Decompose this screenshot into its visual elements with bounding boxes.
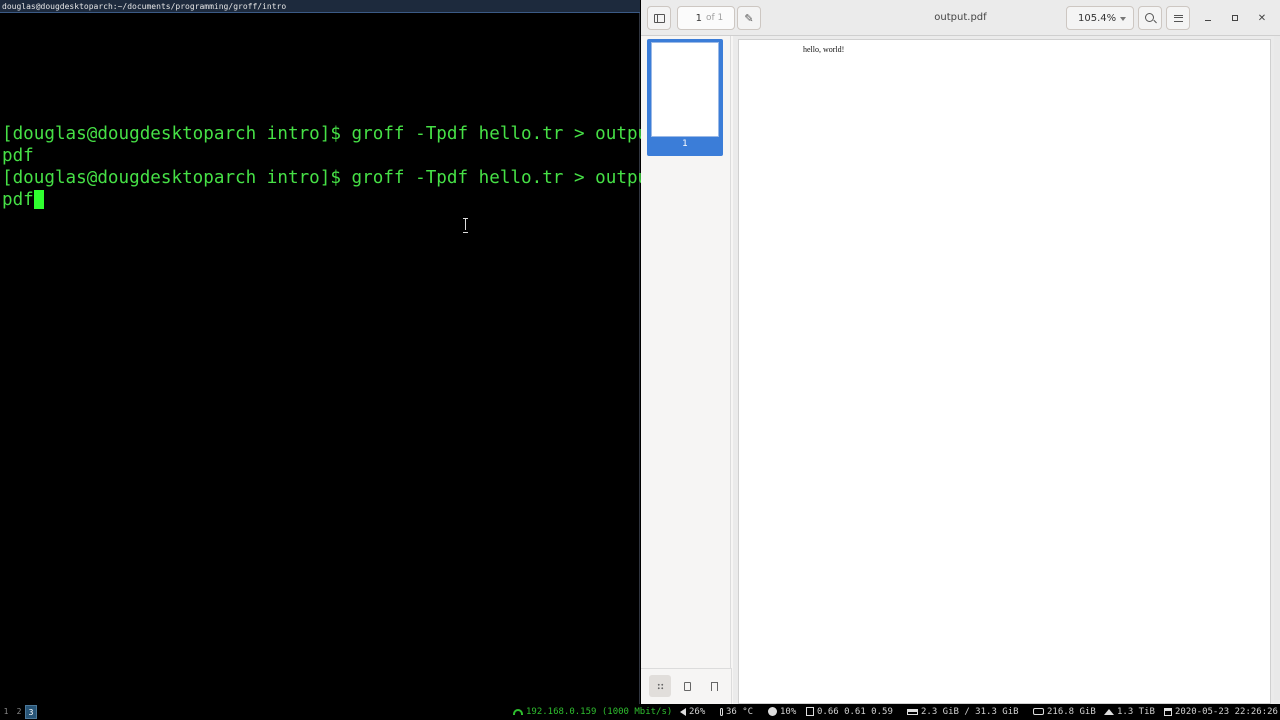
terminal-window[interactable]: douglas@dougdesktoparch:~/documents/prog…: [0, 0, 670, 704]
maximize-icon: [1232, 15, 1238, 21]
terminal-line: [douglas@dougdesktoparch intro]$ groff -…: [2, 124, 670, 144]
temperature-status: 36 °C: [720, 704, 753, 720]
ibeam-cursor-icon: [462, 218, 469, 233]
terminal-line: [douglas@dougdesktoparch intro]$ groff -…: [2, 168, 670, 188]
network-text: 192.168.0.159 (1000 Mbit/s): [526, 707, 673, 717]
text-cursor: [33, 190, 44, 209]
network-status: 192.168.0.159 (1000 Mbit/s): [513, 704, 672, 720]
temperature-text: 36 °C: [726, 707, 754, 717]
outline-tab[interactable]: [676, 675, 698, 697]
speaker-icon: [680, 707, 686, 716]
disk-root-status: 216.8 GiB: [1033, 704, 1096, 720]
cpu-status: 10%: [768, 704, 796, 720]
bookmark-icon: [710, 681, 718, 691]
disk-icon: [1033, 708, 1044, 715]
load-icon: [806, 707, 814, 716]
pencil-icon: ✎: [744, 11, 754, 25]
thermometer-icon: [720, 707, 723, 716]
disk-home-text: 1.3 TiB: [1117, 707, 1155, 717]
sidebar-mode-bar: [641, 668, 732, 704]
page-thumbnail[interactable]: 1: [647, 39, 723, 156]
disk-root-text: 216.8 GiB: [1047, 707, 1096, 717]
headerbar: 1 of 1 ✎ output.pdf 105.4% ✕: [641, 0, 1280, 36]
bookmarks-tab[interactable]: [703, 675, 725, 697]
cpu-text: 10%: [780, 707, 797, 717]
scrollbar[interactable]: [1274, 36, 1280, 704]
close-button[interactable]: ✕: [1253, 9, 1271, 27]
memory-icon: [907, 708, 918, 715]
thumbnail-image: [651, 42, 719, 137]
chevron-down-icon: [1120, 17, 1126, 21]
memory-status: 2.3 GiB / 31.3 GiB: [907, 704, 1019, 720]
workspace-2-button[interactable]: 2: [13, 705, 25, 719]
terminal-line-text: pdf: [2, 190, 34, 210]
page-text: hello, world!: [803, 45, 845, 54]
page-selector[interactable]: 1 of 1: [677, 6, 735, 30]
search-icon: [1145, 13, 1154, 22]
terminal-line: pdf: [2, 146, 34, 166]
home-icon: [1104, 708, 1114, 715]
thumbnails-tab[interactable]: [649, 675, 671, 697]
minimize-icon: [1205, 19, 1211, 21]
network-icon: [513, 708, 523, 715]
minimize-button[interactable]: [1199, 9, 1217, 27]
volume-text: 26%: [689, 707, 706, 717]
sidebar-toggle-button[interactable]: [647, 6, 671, 30]
document-view[interactable]: hello, world!: [733, 36, 1280, 704]
thumbnail-label: 1: [682, 139, 688, 149]
close-icon: ✕: [1257, 12, 1267, 24]
memory-text: 2.3 GiB / 31.3 GiB: [921, 707, 1019, 717]
terminal-output[interactable]: [douglas@dougdesktoparch intro]$ groff -…: [2, 123, 670, 211]
terminal-prompt-line[interactable]: pdf: [2, 189, 638, 211]
sidebar-icon: [653, 13, 665, 23]
page-count: of 1: [706, 13, 724, 23]
load-status: 0.66 0.61 0.59: [806, 704, 893, 720]
thumbnail-sidebar: 1: [641, 36, 731, 668]
status-bar: 1 2 3 192.168.0.159 (1000 Mbit/s) 26% 36…: [0, 704, 1280, 720]
pdf-page: hello, world!: [738, 39, 1271, 704]
load-text: 0.66 0.61 0.59: [817, 707, 893, 717]
grid-icon: [656, 682, 664, 690]
menu-button[interactable]: [1166, 6, 1190, 30]
hamburger-icon: [1173, 14, 1183, 22]
maximize-button[interactable]: [1226, 9, 1244, 27]
pdf-viewer-window: 1 of 1 ✎ output.pdf 105.4% ✕ 1 hello, wo…: [641, 0, 1280, 704]
workspace-3-button[interactable]: 3: [25, 705, 37, 719]
volume-status[interactable]: 26%: [680, 704, 705, 720]
page-number-input[interactable]: 1: [678, 13, 706, 24]
search-button[interactable]: [1138, 6, 1162, 30]
terminal-title: douglas@dougdesktoparch:~/documents/prog…: [0, 0, 640, 13]
clock: 2020-05-23 22:26:26: [1164, 704, 1278, 720]
cpu-icon: [768, 707, 777, 716]
disk-home-status: 1.3 TiB: [1104, 704, 1155, 720]
document-icon: [683, 681, 691, 691]
datetime-text: 2020-05-23 22:26:26: [1175, 707, 1278, 717]
calendar-icon: [1164, 707, 1172, 716]
zoom-level: 105.4%: [1078, 12, 1117, 24]
zoom-selector[interactable]: 105.4%: [1066, 6, 1134, 30]
workspace-1-button[interactable]: 1: [0, 705, 12, 719]
annotate-button[interactable]: ✎: [737, 6, 761, 30]
